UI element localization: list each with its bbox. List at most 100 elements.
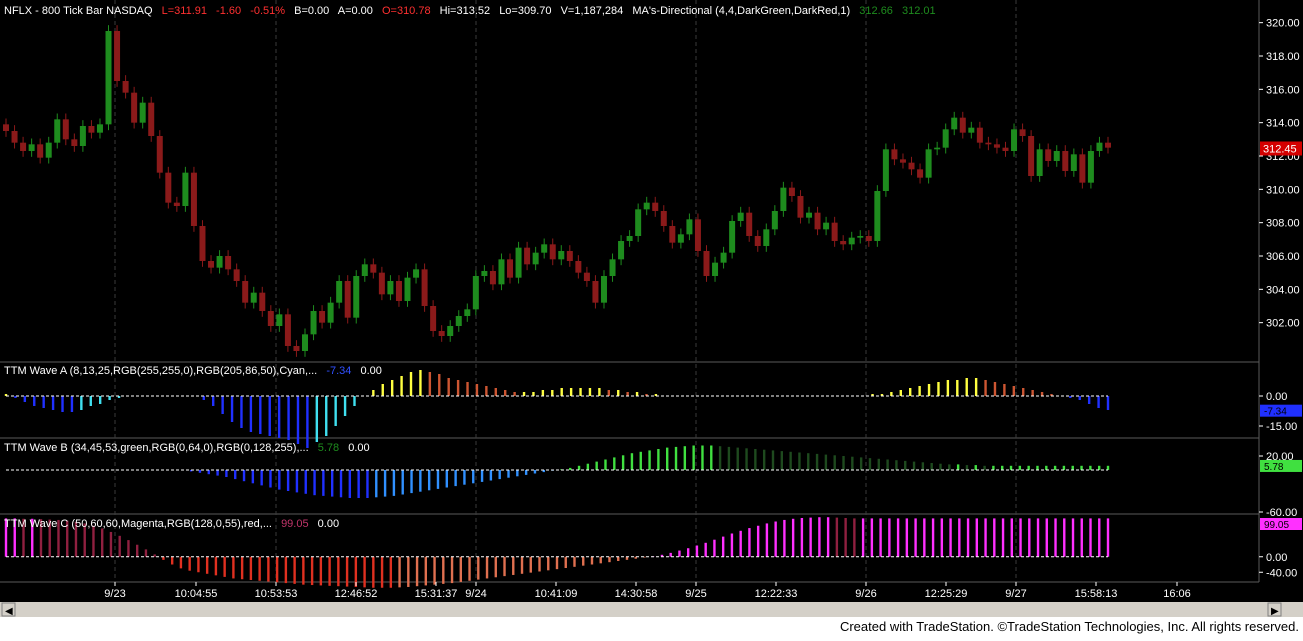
candle-body: [148, 102, 155, 136]
candle-body: [182, 172, 189, 206]
candle-body: [250, 292, 257, 303]
candle-body: [737, 212, 744, 221]
wave-a-label: TTM Wave A (8,13,25,RGB(255,255,0),RGB(2…: [4, 365, 317, 377]
candle-body: [575, 261, 582, 273]
price-tick-label: 316.00: [1266, 84, 1300, 96]
candle-body: [11, 131, 18, 143]
time-tick-label: 9/27: [1005, 588, 1026, 600]
time-tick-label: 9/23: [104, 588, 125, 600]
candle-body: [3, 124, 9, 131]
low-value: Lo=309.70: [499, 5, 551, 17]
candle-body: [976, 127, 983, 143]
candle-body: [421, 269, 428, 306]
candle-body: [413, 269, 420, 278]
candle-body: [472, 276, 479, 310]
candle-body: [208, 261, 215, 268]
wave-c-value-2: 0.00: [318, 518, 339, 530]
candle-body: [464, 309, 471, 316]
candle-body: [643, 202, 650, 210]
candle-body: [951, 117, 958, 130]
candle-body: [105, 31, 112, 125]
candle-body: [1087, 151, 1094, 183]
candle-body: [284, 314, 291, 346]
candle-body: [763, 229, 770, 246]
candle-body: [199, 226, 206, 261]
candle-body: [156, 136, 163, 173]
candle-body: [806, 212, 813, 218]
candle-body: [489, 271, 496, 285]
time-tick-label: 16:06: [1163, 588, 1191, 600]
time-tick-label: 9/25: [685, 588, 706, 600]
candle-body: [968, 127, 975, 133]
candle-body: [122, 81, 129, 93]
candle-body: [746, 212, 753, 236]
candle-body: [669, 226, 676, 243]
candle-body: [387, 281, 394, 295]
candle-body: [1002, 147, 1009, 151]
candle-body: [1045, 149, 1052, 161]
wave-a-value-2: 0.00: [360, 365, 381, 377]
candle-body: [190, 172, 197, 226]
candle-body: [524, 247, 531, 265]
scroll-right-icon: ▶: [1271, 606, 1279, 617]
candle-body: [267, 311, 274, 326]
candle-body: [88, 126, 95, 133]
open-value: O=310.78: [382, 5, 431, 17]
change-pct: -0.51%: [250, 5, 285, 17]
time-tick-label: 12:46:52: [335, 588, 378, 600]
wave-c-value-1: 99.05: [281, 518, 309, 530]
candle-body: [677, 234, 684, 243]
price-tick-label: 308.00: [1266, 218, 1300, 230]
candle-body: [1105, 142, 1111, 148]
candle-body: [28, 144, 35, 151]
candle-body: [985, 142, 992, 145]
study-value-1: 312.66: [859, 5, 893, 17]
credit-line: Created with TradeStation. ©TradeStation…: [839, 619, 1299, 634]
candle-body: [404, 277, 411, 301]
candle-body: [370, 264, 377, 273]
candle-body: [788, 187, 795, 196]
chart-canvas: ◀ ▶ 320.00318.00316.00314.00312.00310.00…: [0, 0, 1303, 617]
candle-body: [45, 142, 52, 158]
time-tick-label: 9/26: [855, 588, 876, 600]
candle-body: [626, 236, 633, 241]
candle-body: [515, 247, 522, 278]
candle-body: [1096, 142, 1103, 151]
candle-body: [566, 251, 573, 261]
time-tick-label: 15:58:13: [1075, 588, 1118, 600]
indicator-tick-label: -60.00: [1266, 507, 1297, 519]
candle-body: [395, 281, 402, 301]
candle-body: [925, 149, 932, 178]
indicator-tick-label: 0.00: [1266, 552, 1287, 564]
candle-body: [857, 236, 864, 238]
candle-body: [361, 264, 368, 276]
candle-body: [899, 159, 906, 163]
candle-body: [276, 314, 283, 326]
time-tick-label: 15:31:37: [415, 588, 458, 600]
horizontal-scrollbar[interactable]: [0, 602, 1303, 617]
price-tick-label: 314.00: [1266, 118, 1300, 130]
candle-body: [891, 149, 898, 160]
study-value-2: 312.01: [902, 5, 936, 17]
candle-body: [549, 244, 556, 260]
indicator-marker-label: -7.34: [1264, 407, 1287, 418]
candle-body: [729, 221, 736, 253]
candle-body: [959, 117, 966, 133]
candle-body: [131, 92, 138, 123]
price-tick-label: 304.00: [1266, 284, 1300, 296]
candle-body: [481, 271, 488, 276]
wave-b-value-2: 0.00: [348, 442, 369, 454]
wave-b-label: TTM Wave B (34,45,53,green,RGB(0,64,0),R…: [4, 442, 309, 454]
candle-body: [558, 251, 565, 260]
candle-body: [660, 211, 667, 226]
last-price: L=311.91: [162, 5, 207, 17]
price-tick-label: 318.00: [1266, 51, 1300, 63]
candle-body: [541, 244, 548, 253]
time-tick-label: 12:22:33: [755, 588, 798, 600]
ask-value: A=0.00: [338, 5, 373, 17]
candle-body: [430, 306, 437, 331]
candle-body: [600, 276, 607, 303]
candle-body: [583, 272, 590, 281]
candle-body: [848, 237, 855, 245]
candle-body: [378, 272, 385, 295]
